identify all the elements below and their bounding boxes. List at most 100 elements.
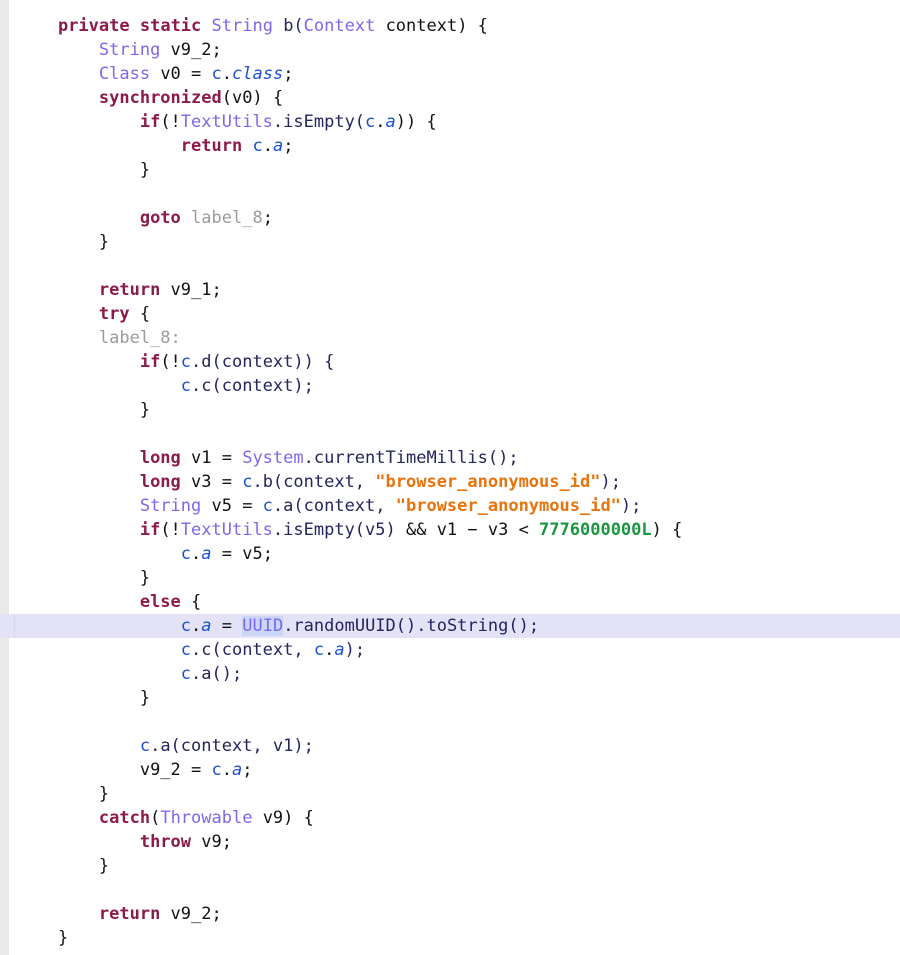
code-line[interactable]: if(!c.d(context)) { <box>10 350 900 374</box>
code-line[interactable]: if(!TextUtils.isEmpty(v5) && v1 − v3 < 7… <box>10 518 900 542</box>
code-line[interactable]: v9_2 = c.a; <box>10 758 900 782</box>
token-str: "browser_anonymous_id" <box>375 472 601 492</box>
token-ident: c <box>180 640 192 660</box>
token-plain: v9; <box>191 832 232 852</box>
token-kw: try <box>98 304 130 324</box>
token-plain: v9_2 = <box>139 760 212 780</box>
token-plain: . <box>191 544 202 564</box>
token-type: System <box>242 448 304 468</box>
code-line-current[interactable]: c.a = UUID.randomUUID().toString(); <box>0 614 900 638</box>
code-line[interactable] <box>10 182 900 206</box>
token-method: .a(); <box>191 664 243 684</box>
code-line[interactable]: c.a(); <box>10 662 900 686</box>
code-line[interactable] <box>10 878 900 902</box>
token-plain: . <box>262 136 273 156</box>
token-plain: { <box>180 592 202 612</box>
code-line[interactable]: return v9_1; <box>10 278 900 302</box>
code-line[interactable] <box>10 422 900 446</box>
code-line[interactable]: } <box>10 398 900 422</box>
code-line[interactable]: return v9_2; <box>10 902 900 926</box>
code-line[interactable]: } <box>10 854 900 878</box>
token-method: b( <box>272 16 304 36</box>
token-kw: return <box>98 280 161 300</box>
token-ident: c <box>180 352 192 372</box>
code-line[interactable]: } <box>10 782 900 806</box>
token-kw: if <box>139 520 161 540</box>
token-plain: ( <box>150 808 161 828</box>
code-line[interactable]: String v5 = c.a(context, "browser_anonym… <box>10 494 900 518</box>
code-line[interactable]: Class v0 = c.class; <box>10 62 900 86</box>
token-field: a <box>385 112 396 132</box>
token-field: a <box>334 640 345 660</box>
code-line[interactable]: synchronized(v0) { <box>10 86 900 110</box>
token-kw: return <box>180 136 243 156</box>
code-line[interactable]: c.a = v5; <box>10 542 900 566</box>
code-line[interactable] <box>10 254 900 278</box>
code-line[interactable]: } <box>10 566 900 590</box>
token-plain: } <box>139 568 151 588</box>
code-line[interactable]: String v9_2; <box>10 38 900 62</box>
token-plain: v9_2; <box>160 40 222 60</box>
token-method: .a(context, <box>272 496 396 516</box>
token-method: ); <box>600 472 621 492</box>
token-kw: if <box>139 352 161 372</box>
token-ident: c <box>313 640 325 660</box>
selected-token: UUID <box>242 616 284 636</box>
token-method: .isEmpty( <box>272 112 366 132</box>
token-kw: long <box>139 472 181 492</box>
token-method: .b(context, <box>252 472 376 492</box>
token-plain: (v0) { <box>221 88 284 108</box>
code-line[interactable]: try { <box>10 302 900 326</box>
code-line[interactable]: throw v9; <box>10 830 900 854</box>
code-text-area[interactable]: private static String b(Context context)… <box>0 0 900 955</box>
token-plain: && v1 − v3 < <box>395 520 540 540</box>
token-kw: synchronized <box>98 88 222 108</box>
code-line[interactable]: return c.a; <box>10 134 900 158</box>
token-plain: ) { <box>651 520 683 540</box>
code-line[interactable]: if(!TextUtils.isEmpty(c.a)) { <box>10 110 900 134</box>
code-line[interactable]: catch(Throwable v9) { <box>10 806 900 830</box>
token-plain: . <box>375 112 386 132</box>
code-viewer[interactable]: private static String b(Context context)… <box>0 0 900 955</box>
code-line[interactable]: goto label_8; <box>10 206 900 230</box>
token-plain: } <box>98 856 110 876</box>
code-line[interactable]: } <box>10 230 900 254</box>
code-line[interactable]: c.a(context, v1); <box>10 734 900 758</box>
token-ident: c <box>180 376 192 396</box>
code-line[interactable] <box>10 710 900 734</box>
code-line[interactable]: long v3 = c.b(context, "browser_anonymou… <box>10 470 900 494</box>
token-plain: { <box>129 304 151 324</box>
code-line[interactable]: } <box>10 686 900 710</box>
code-line[interactable]: c.c(context, c.a); <box>10 638 900 662</box>
code-line[interactable]: c.c(context); <box>10 374 900 398</box>
token-num: 7776000000L <box>539 520 652 540</box>
code-line[interactable]: else { <box>10 590 900 614</box>
token-kw: return <box>98 904 161 924</box>
token-method: .currentTimeMillis(); <box>303 448 519 468</box>
gutter-strip <box>0 0 9 955</box>
code-line[interactable]: label_8: <box>10 326 900 350</box>
code-line[interactable]: } <box>10 158 900 182</box>
code-line[interactable]: private static String b(Context context)… <box>10 14 900 38</box>
token-type: String <box>98 40 161 60</box>
token-plain: v9_2; <box>160 904 222 924</box>
code-line[interactable]: long v1 = System.currentTimeMillis(); <box>10 446 900 470</box>
code-line[interactable]: } <box>10 926 900 950</box>
